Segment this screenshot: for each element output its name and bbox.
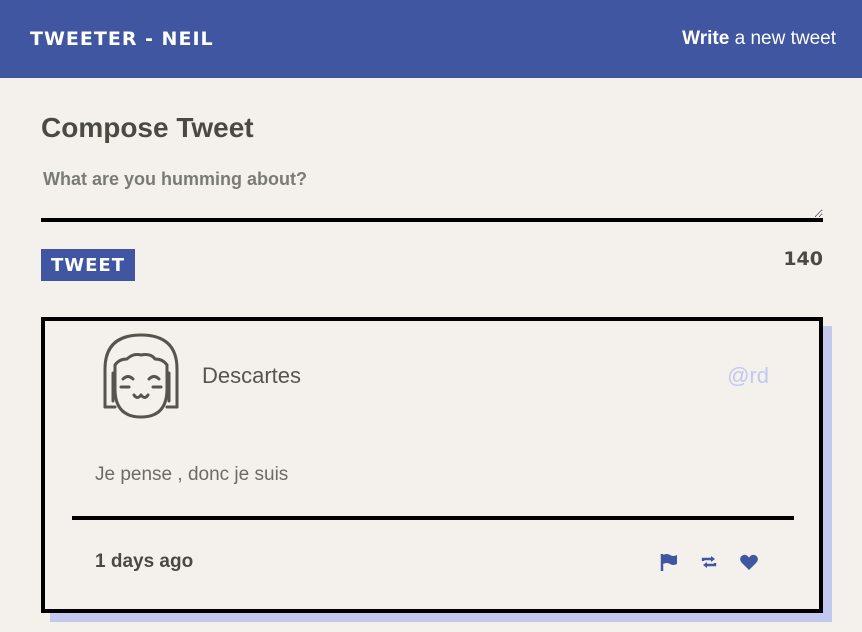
tweet-textarea[interactable] [41, 166, 823, 222]
navbar: TWEETER - NEIL Write a new tweet [0, 0, 862, 78]
write-label-bold: Write [682, 28, 730, 49]
timestamp: 1 days ago [95, 551, 194, 572]
compose-title: Compose Tweet [41, 112, 254, 143]
character-counter: 140 [783, 248, 823, 270]
avatar [103, 333, 179, 419]
tweet-button[interactable]: TWEET [41, 249, 136, 281]
tweet-actions [659, 552, 759, 572]
compose-section: Compose Tweet TWEET 140 [41, 112, 823, 281]
tweet-card: Descartes @rd Je pense , donc je suis 1 … [41, 317, 823, 613]
heart-icon[interactable] [739, 552, 759, 572]
tweet-text: Je pense , donc je suis [95, 464, 289, 485]
flag-icon[interactable] [659, 552, 679, 572]
retweet-icon[interactable] [699, 552, 719, 572]
author-name: Descartes [202, 363, 302, 388]
compose-actions: TWEET 140 [41, 248, 823, 281]
divider [72, 516, 794, 520]
brand-title: TWEETER - NEIL [30, 28, 214, 50]
write-new-tweet-link[interactable]: Write a new tweet [682, 28, 836, 50]
write-label-rest: a new tweet [729, 28, 836, 49]
author-handle: @rd [727, 363, 769, 388]
